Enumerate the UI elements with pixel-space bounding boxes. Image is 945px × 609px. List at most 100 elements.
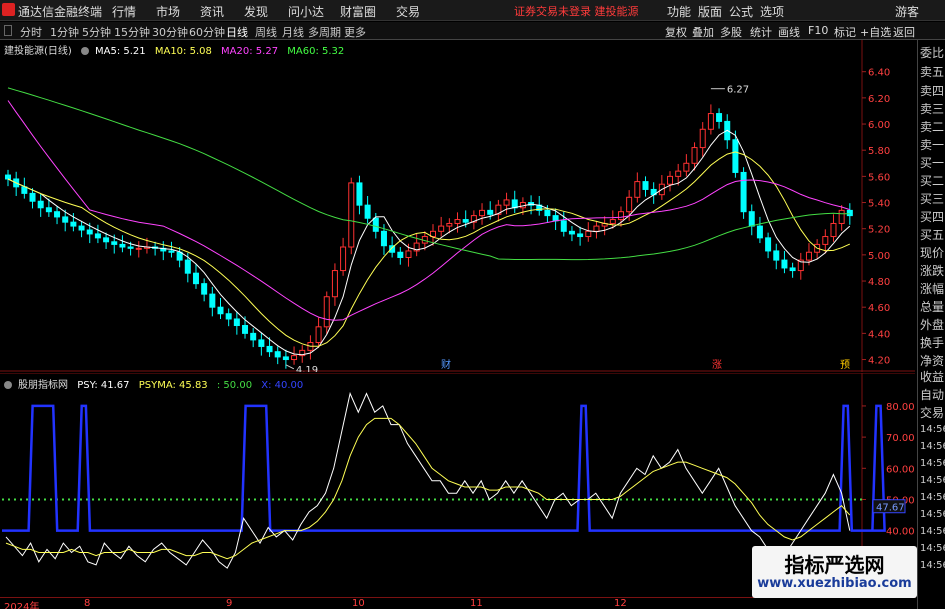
draw-line-button[interactable]: 画线 [778,24,800,40]
period-more[interactable]: 更多 [344,24,366,40]
candle-body [372,217,379,232]
candle-body [503,199,510,206]
period-30min[interactable]: 30分钟 [152,24,188,40]
candle-body [593,225,600,232]
period-monthly[interactable]: 月线 [282,24,304,40]
f10-button[interactable]: F10 [808,24,828,37]
candle-body [511,199,518,209]
candle-body [217,306,224,315]
sidebar-item-earnings[interactable]: 收益 [920,370,945,385]
candle-body [716,113,723,122]
mark-button[interactable]: 标记 [834,24,856,40]
menu-item-formula[interactable]: 公式 [729,3,753,20]
sidebar-item-buy1[interactable]: 买一 [920,156,945,171]
legend-settings-icon[interactable] [81,47,89,55]
period-intraday[interactable]: 分时 [20,24,42,40]
sidebar-item-net-assets[interactable]: 净资 [920,354,945,369]
line40-label: X: 40.00 [261,380,304,391]
period-60min[interactable]: 60分钟 [189,24,225,40]
overlay-button[interactable]: 叠加 [692,24,714,40]
add-favorite-button[interactable]: +自选 [860,24,891,40]
menu-item-quotes[interactable]: 行情 [112,3,136,20]
candle-body [691,147,698,164]
menu-item-ask[interactable]: 问小达 [288,3,324,20]
candle-body [789,267,796,272]
candle-body [21,186,28,194]
sidebar-item-outer[interactable]: 外盘 [920,318,945,333]
psy-line [5,391,851,569]
ma5-line [7,129,851,356]
candle-body [135,247,142,250]
sidebar-item-turnover[interactable]: 换手 [920,336,945,351]
sidebar-item-buy3[interactable]: 买三 [920,192,945,207]
sidebar-item-sell5[interactable]: 卖五 [920,65,945,80]
sidebar-item-buy2[interactable]: 买二 [920,174,945,189]
menu-item-function[interactable]: 功能 [667,3,691,20]
price-tick-label: 5.00 [868,251,890,262]
restore-rights-button[interactable]: 复权 [665,24,687,40]
main-legend: 建投能源(日线) MA5: 5.21 MA10: 5.08 MA20: 5.27… [4,42,350,57]
sidebar-item-price[interactable]: 现价 [920,246,945,261]
menu-item-news[interactable]: 资讯 [200,3,224,20]
menu-item-market[interactable]: 市场 [156,3,180,20]
stats-button[interactable]: 统计 [750,24,772,40]
stock-label[interactable]: 建投能源(日线) [4,46,72,57]
indicator-name[interactable]: 股朋指标网 [18,380,68,391]
menu-item-discover[interactable]: 发现 [244,3,268,20]
candle-body [364,204,371,219]
candle-body [225,313,232,320]
sidebar-item-sell3[interactable]: 卖三 [920,102,945,117]
period-5min[interactable]: 5分钟 [82,24,111,40]
candle-body [552,215,559,222]
signal-40-80-line [2,404,886,532]
period-15min[interactable]: 15分钟 [114,24,150,40]
multi-stock-button[interactable]: 多股 [720,24,742,40]
sidebar-item-sell1[interactable]: 卖一 [920,138,945,153]
sidebar-item-buy4[interactable]: 买四 [920,210,945,225]
candle-body [201,283,208,295]
ma10-label: MA10: 5.08 [154,46,212,57]
period-daily[interactable]: 日线 [226,24,248,40]
sidebar-item-change[interactable]: 涨跌 [920,264,945,279]
sidebar-item-sell2[interactable]: 卖二 [920,120,945,135]
candle-body [438,225,445,232]
high-price-label: 6.27 [727,85,749,96]
back-button[interactable]: 返回 [893,24,915,40]
price-tick-label: 5.80 [868,146,890,157]
period-weekly[interactable]: 周线 [255,24,277,40]
low-pointer [285,364,295,370]
candlestick-chart[interactable]: 6.40 6.20 6.00 5.80 5.60 5.40 5.20 5.00 4.80 4.60… [0,40,915,372]
period-1min[interactable]: 1分钟 [50,24,79,40]
indicator-settings-icon[interactable] [4,381,12,389]
menu-bar: 通达信金融终端 行情 市场 资讯 发现 问小达 财富圈 交易 证券交易未登录 建… [0,0,945,21]
candle-body [732,139,739,173]
menu-item-wealth[interactable]: 财富圈 [340,3,376,20]
sidebar-item-buy5[interactable]: 买五 [920,228,945,243]
sidebar-item-volume[interactable]: 总量 [920,300,945,315]
candle-body [340,246,347,272]
sidebar-item-auto[interactable]: 自动 [920,388,945,403]
candle-body [356,182,363,206]
sidebar-item-trade[interactable]: 交易 [920,406,945,421]
sidebar-item-weibi[interactable]: 委比 [920,46,945,61]
candle-body [487,209,494,215]
guest-label[interactable]: 游客 [895,3,919,20]
menu-item-layout[interactable]: 版面 [698,3,722,20]
candle-body [617,211,624,221]
menu-item-trade[interactable]: 交易 [396,3,420,20]
period-multi[interactable]: 多周期 [308,24,341,40]
menu-item-options[interactable]: 选项 [760,3,784,20]
candle-body [209,293,216,308]
period-toolbar: 分时 1分钟 5分钟 15分钟 30分钟 60分钟 日线 周线 月线 多周期 更… [0,22,945,40]
candle-body [683,162,690,172]
tick-time: 14:56 [920,424,945,435]
login-notice[interactable]: 证券交易未登录 建投能源 [514,3,639,19]
candle-body [78,225,85,231]
price-tick-label: 6.20 [868,94,890,105]
candle-body [282,356,289,361]
sidebar-item-change-pct[interactable]: 涨幅 [920,282,945,297]
price-tick-label: 4.60 [868,303,890,314]
candle-body [462,219,469,223]
toolbar-toggle-icon[interactable] [4,25,12,36]
sidebar-item-sell4[interactable]: 卖四 [920,84,945,99]
